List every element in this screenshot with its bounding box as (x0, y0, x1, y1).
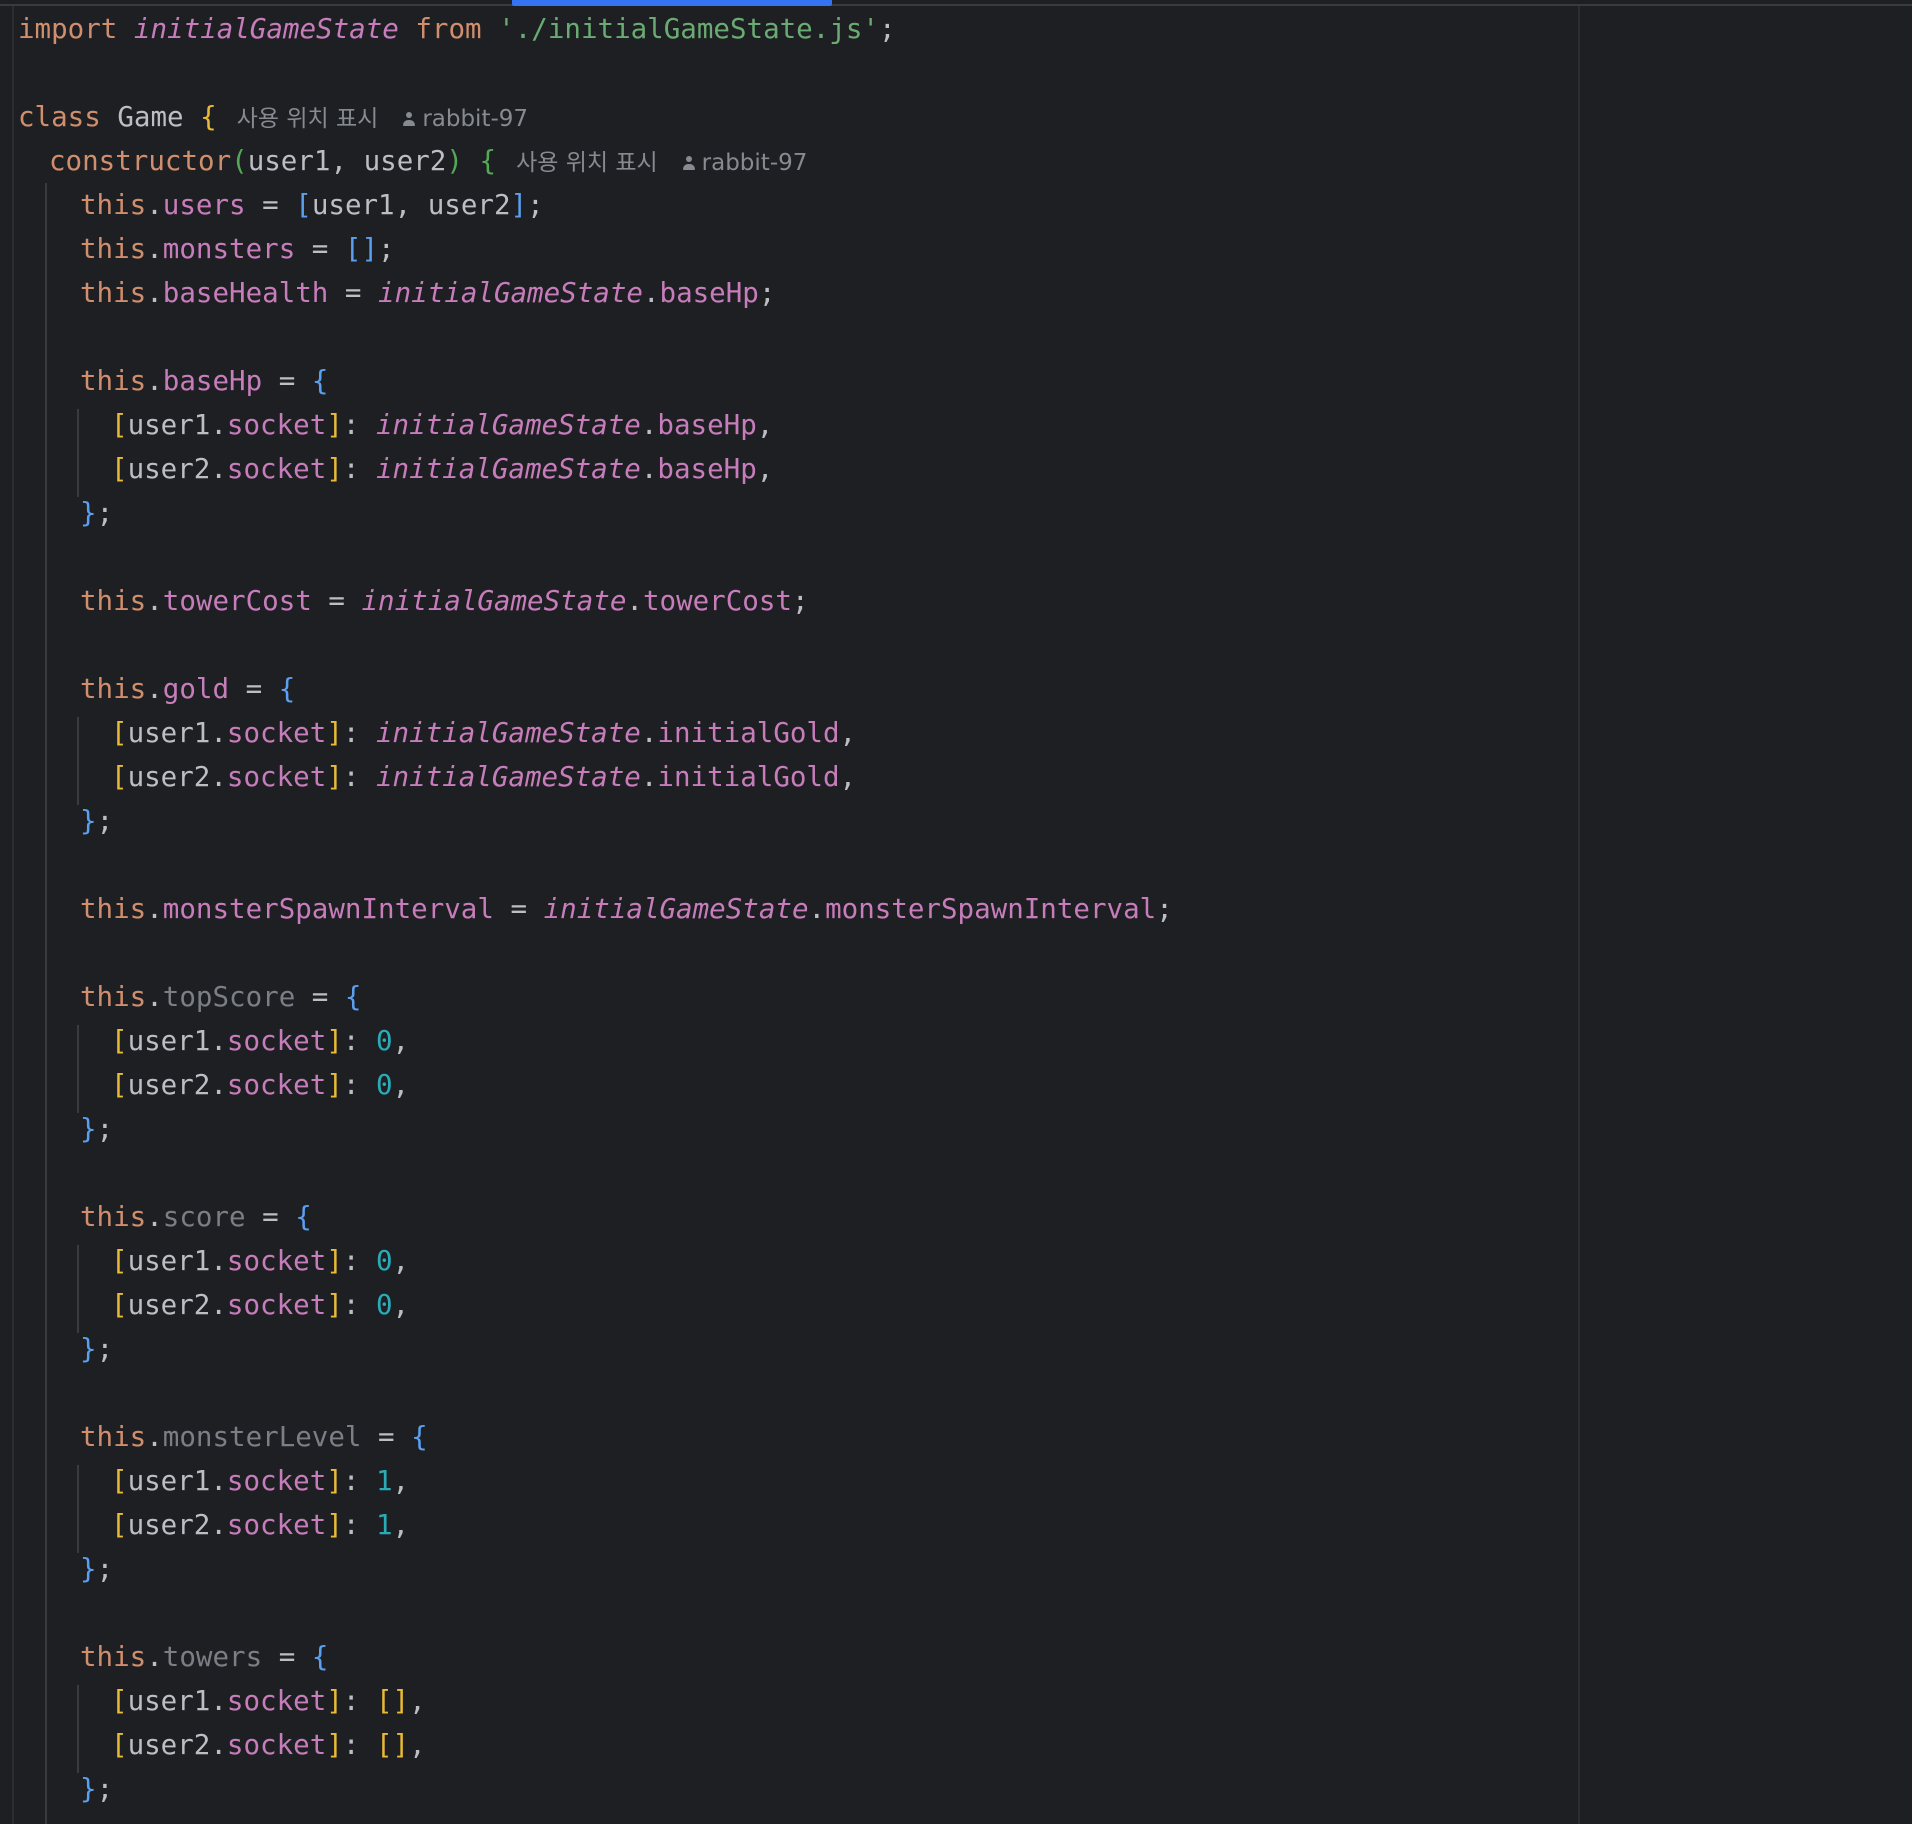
author-hint[interactable]: rabbit-97 (682, 150, 808, 176)
indent-guide (45, 183, 47, 1824)
semicolon: ; (878, 13, 896, 45)
usages-hint[interactable]: 사용 위치 표시 (237, 106, 379, 132)
code-editor[interactable]: import initialGameState from './initialG… (0, 0, 1912, 1824)
indent-guide (77, 1465, 79, 1553)
horizontal-scrollbar-thumb[interactable] (512, 0, 832, 6)
code-line[interactable]: [user1.socket]: [], (111, 1679, 426, 1723)
author-name: rabbit-97 (422, 106, 529, 132)
code-line[interactable]: this.monsterSpawnInterval = initialGameS… (80, 887, 1173, 931)
right-margin-guide (1578, 6, 1580, 1824)
code-line[interactable]: this.towers = { (80, 1635, 328, 1679)
constructor-keyword: constructor (49, 145, 232, 177)
code-line[interactable]: this.monsters = []; (80, 227, 395, 271)
code-line[interactable]: [user2.socket]: initialGameState.baseHp, (111, 447, 773, 491)
code-line[interactable]: this.users = [user1, user2]; (80, 183, 544, 227)
user-icon (402, 111, 416, 127)
code-line[interactable]: }; (80, 1767, 113, 1811)
property-name: towers (162, 1641, 263, 1673)
number-literal: 0 (375, 1025, 393, 1057)
property-name: monsterLevel (162, 1421, 362, 1453)
code-line[interactable]: this.topScore = { (80, 975, 361, 1019)
code-line[interactable]: this.towerCost = initialGameState.towerC… (80, 579, 809, 623)
from-keyword: from (415, 13, 482, 45)
property-name: users (162, 189, 246, 221)
property-name: towerCost (162, 585, 312, 617)
property-name: monsters (162, 233, 296, 265)
import-keyword: import (18, 13, 118, 45)
code-line[interactable]: this.monsterLevel = { (80, 1415, 428, 1459)
code-line[interactable]: this.baseHp = { (80, 359, 328, 403)
number-literal: 0 (375, 1245, 393, 1277)
code-line[interactable]: [user1.socket]: initialGameState.baseHp, (111, 403, 773, 447)
code-line-constructor[interactable]: constructor(user1, user2) {사용 위치 표시 rabbi… (49, 139, 807, 183)
property-name: baseHealth (162, 277, 329, 309)
constructor-brace: { (479, 145, 497, 177)
user-icon (682, 155, 696, 171)
class-name: Game (117, 101, 184, 133)
number-literal: 0 (375, 1289, 393, 1321)
code-line-class[interactable]: class Game { 사용 위치 표시 rabbit-97 (18, 95, 528, 139)
code-line[interactable]: [user1.socket]: 1, (111, 1459, 409, 1503)
code-line[interactable]: [user1.socket]: 0, (111, 1239, 409, 1283)
code-line[interactable]: }; (80, 799, 113, 843)
indent-guide (77, 1685, 79, 1773)
property-name: baseHp (162, 365, 263, 397)
constructor-params: user1, user2 (247, 145, 447, 177)
number-literal: 0 (375, 1069, 393, 1101)
editor-top-border (0, 4, 1912, 6)
indent-guide (77, 409, 79, 497)
property-name: score (162, 1201, 246, 1233)
gutter-edge (12, 6, 14, 1824)
property-name: gold (162, 673, 230, 705)
code-line[interactable]: [user2.socket]: initialGameState.initial… (111, 755, 856, 799)
code-line[interactable]: [user2.socket]: [], (111, 1723, 426, 1767)
class-brace: { (200, 101, 217, 133)
import-path: './initialGameState.js' (498, 13, 879, 45)
indent-guide (77, 717, 79, 805)
property-name: topScore (162, 981, 296, 1013)
usages-hint[interactable]: 사용 위치 표시 (516, 150, 658, 176)
array-value: user1, user2 (311, 189, 511, 221)
code-line[interactable]: [user2.socket]: 0, (111, 1063, 409, 1107)
code-line[interactable]: [user1.socket]: 0, (111, 1019, 409, 1063)
code-line[interactable]: }; (80, 491, 113, 535)
author-hint[interactable]: rabbit-97 (402, 106, 528, 132)
property-name: monsterSpawnInterval (162, 893, 494, 925)
author-name: rabbit-97 (701, 150, 808, 176)
code-line[interactable]: [user1.socket]: initialGameState.initial… (111, 711, 856, 755)
code-line[interactable]: this.baseHealth = initialGameState.baseH… (80, 271, 775, 315)
import-name: initialGameState (133, 13, 399, 45)
code-line[interactable]: this.score = { (80, 1195, 312, 1239)
code-line[interactable]: [user2.socket]: 0, (111, 1283, 409, 1327)
code-line[interactable]: this.gold = { (80, 667, 295, 711)
code-line[interactable]: }; (80, 1107, 113, 1151)
indent-guide (77, 1025, 79, 1113)
code-line[interactable]: [user2.socket]: 1, (111, 1503, 409, 1547)
class-keyword: class (18, 101, 101, 133)
indent-guide (77, 1245, 79, 1333)
code-line[interactable]: }; (80, 1327, 113, 1371)
code-line[interactable]: }; (80, 1547, 113, 1591)
number-literal: 1 (375, 1509, 393, 1541)
code-line-import[interactable]: import initialGameState from './initialG… (18, 7, 896, 51)
number-literal: 1 (375, 1465, 393, 1497)
